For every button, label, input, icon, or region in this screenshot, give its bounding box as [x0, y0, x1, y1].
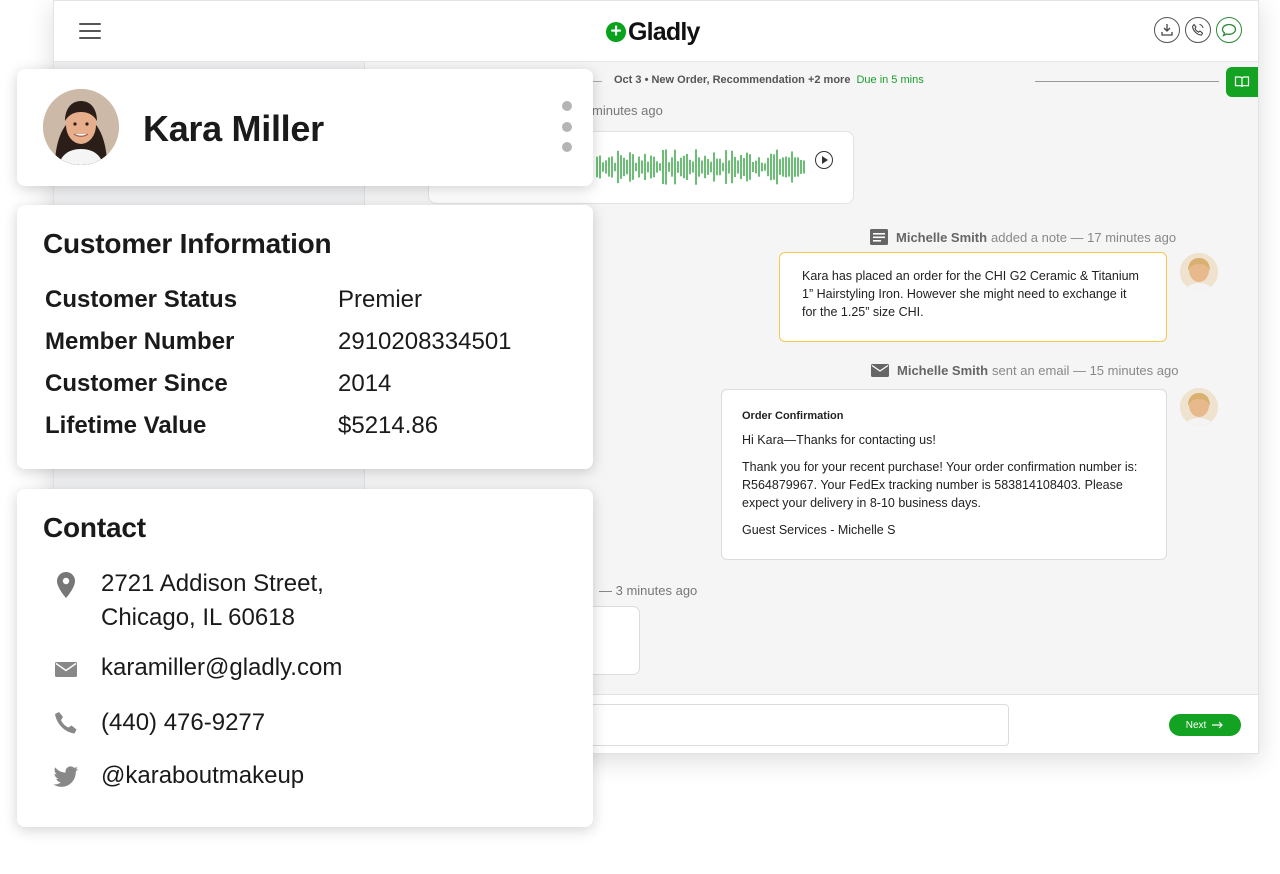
field-value: 2014 — [338, 370, 392, 397]
field-label: Lifetime Value — [45, 412, 207, 439]
audio-waveform — [596, 149, 805, 185]
play-icon[interactable] — [815, 151, 833, 169]
reply-input[interactable] — [574, 704, 1009, 746]
location-pin-icon — [53, 572, 79, 598]
agent-avatar — [1180, 388, 1218, 426]
gladly-logo: + Gladly — [606, 18, 700, 46]
agent-avatar — [1180, 253, 1218, 291]
email-action: sent an email — 15 minutes ago — [992, 363, 1179, 378]
email-icon — [53, 662, 79, 677]
section-title: Customer Information — [43, 228, 332, 259]
section-title: Contact — [43, 512, 146, 543]
note-icon — [870, 229, 888, 245]
conversation-topics: Oct 3 • New Order, Recommendation +2 mor… — [614, 74, 851, 86]
internal-note: Kara has placed an order for the CHI G2 … — [779, 252, 1167, 342]
next-button[interactable]: Next — [1169, 714, 1241, 736]
logo-text: Gladly — [628, 17, 700, 46]
chat-icon[interactable] — [1216, 17, 1242, 43]
customer-name: Kara Miller — [143, 108, 324, 149]
note-meta: Michelle Smith added a note — 17 minutes … — [870, 229, 1176, 245]
menu-icon[interactable] — [79, 23, 101, 39]
address-line-1: 2721 Addison Street, — [101, 570, 324, 597]
book-icon — [1234, 76, 1250, 88]
customer-profile-card: Kara Miller — [17, 69, 593, 186]
more-options-icon[interactable] — [562, 101, 574, 163]
customer-phone[interactable]: (440) 476-9277 — [101, 706, 265, 740]
email-message: Order Confirmation Hi Kara—Thanks for co… — [721, 389, 1167, 560]
next-label: Next — [1185, 719, 1207, 731]
due-status: Due in 5 mins — [856, 74, 924, 86]
arrow-right-icon — [1212, 721, 1224, 729]
field-value: 2910208334501 — [338, 328, 512, 355]
email-signature: Guest Services - Michelle S — [742, 523, 896, 537]
email-author: Michelle Smith — [897, 363, 989, 378]
phone-call-icon[interactable] — [1185, 17, 1211, 43]
customer-twitter[interactable]: @karaboutmakeup — [101, 759, 304, 793]
message-meta: — 3 minutes ago — [599, 583, 698, 598]
twitter-icon — [53, 765, 79, 789]
field-value: $5214.86 — [338, 412, 439, 439]
audio-message-meta: minutes ago — [592, 103, 663, 118]
contact-card: Contact 2721 Addison Street, Chicago, IL… — [17, 489, 593, 827]
note-author: Michelle Smith — [896, 229, 988, 245]
phone-icon — [53, 711, 79, 735]
top-bar: + Gladly — [54, 1, 1258, 62]
conversation-header[interactable]: Oct 3 • New Order, Recommendation +2 mor… — [614, 74, 924, 86]
email-body: Thank you for your recent purchase! Your… — [742, 460, 1138, 510]
customer-information-card: Customer Information Customer Status Pre… — [17, 205, 593, 469]
email-greeting: Hi Kara—Thanks for contacting us! — [742, 433, 936, 447]
note-text: Kara has placed an order for the CHI G2 … — [802, 269, 1139, 319]
field-label: Customer Since — [45, 370, 228, 397]
email-icon — [871, 364, 889, 377]
email-subject: Order Confirmation — [742, 410, 844, 422]
field-value: Premier — [338, 286, 423, 313]
field-label: Member Number — [45, 328, 235, 355]
note-action: added a note — 17 minutes ago — [991, 229, 1177, 245]
customer-email[interactable]: karamiller@gladly.com — [101, 651, 342, 685]
channel-icons — [1154, 17, 1242, 43]
knowledge-base-button[interactable] — [1226, 67, 1258, 97]
field-label: Customer Status — [45, 286, 238, 313]
email-meta: Michelle Smith sent an email — 15 minutes… — [871, 363, 1178, 378]
address-line-2: Chicago, IL 60618 — [101, 604, 295, 631]
download-icon[interactable] — [1154, 17, 1180, 43]
plus-icon: + — [606, 22, 626, 42]
customer-avatar — [43, 89, 119, 165]
timeline-divider — [1035, 81, 1219, 82]
